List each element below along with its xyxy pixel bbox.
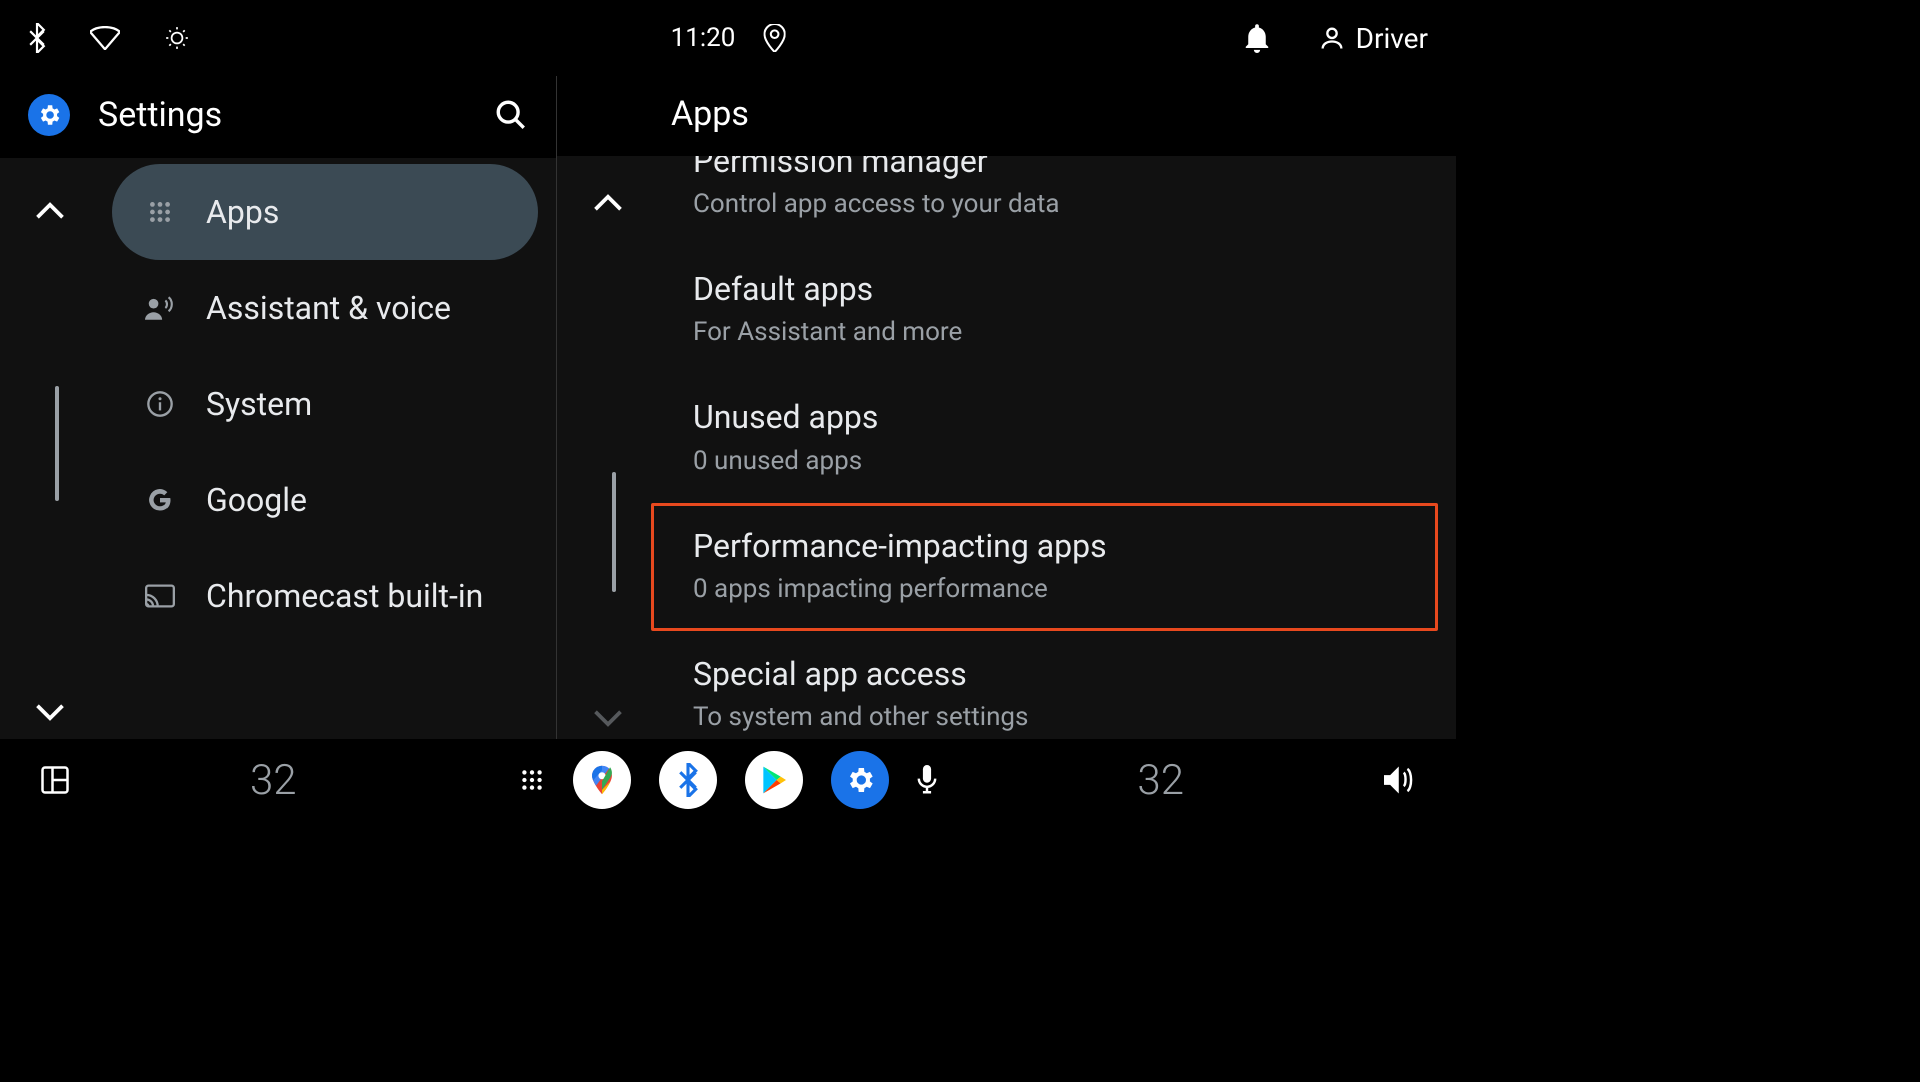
detail-item-unused-apps[interactable]: Unused apps 0 unused apps — [651, 374, 1438, 502]
wifi-icon — [90, 26, 120, 50]
right-pane: Apps Permission manager Control app acce… — [557, 76, 1456, 739]
detail-scroll-down[interactable] — [593, 709, 623, 727]
info-icon — [142, 390, 178, 418]
sidebar-item-apps[interactable]: Apps — [112, 164, 538, 260]
dock-right: 32 — [1137, 756, 1416, 805]
sidebar-scroll-col — [0, 158, 100, 739]
detail-item-sub: 0 apps impacting performance — [693, 570, 1396, 609]
dock-app-maps[interactable] — [573, 751, 631, 809]
sidebar-scrollbar[interactable] — [55, 386, 59, 501]
detail-item-permission-manager[interactable]: Permission manager Control app access to… — [651, 156, 1438, 246]
sidebar-item-label: Chromecast built-in — [206, 577, 483, 615]
search-icon — [494, 98, 528, 132]
dock-temp-left[interactable]: 32 — [250, 756, 297, 805]
assistant-voice-icon — [142, 295, 178, 321]
detail-item-sub: For Assistant and more — [693, 313, 1396, 352]
sidebar-list: Apps Assistant & voice System — [0, 158, 556, 739]
chevron-up-icon — [35, 202, 65, 220]
status-left — [28, 23, 190, 53]
mic-icon[interactable] — [917, 765, 937, 795]
app-launcher-icon[interactable] — [519, 767, 545, 793]
sidebar-item-label: Assistant & voice — [206, 289, 451, 327]
left-pane: Settings Apps — [0, 76, 557, 739]
detail-item-sub: To system and other settings — [693, 698, 1396, 737]
apps-grid-icon — [142, 199, 178, 225]
bluetooth-icon — [28, 23, 46, 53]
sidebar-item-chromecast[interactable]: Chromecast built-in — [112, 548, 538, 644]
play-store-icon — [758, 764, 790, 796]
settings-title: Settings — [98, 95, 494, 135]
bell-icon[interactable] — [1244, 23, 1270, 53]
detail-item-special-app-access[interactable]: Special app access To system and other s… — [651, 631, 1438, 739]
sidebar-item-google[interactable]: Google — [112, 452, 538, 548]
detail-items: Permission manager Control app access to… — [651, 156, 1438, 739]
detail-scroll-up[interactable] — [593, 194, 623, 212]
detail-scroll-col — [557, 156, 657, 739]
location-icon — [763, 24, 785, 52]
dock-temp-right[interactable]: 32 — [1137, 756, 1184, 805]
search-button[interactable] — [494, 98, 528, 132]
detail-title: Apps — [671, 94, 749, 134]
user-profile[interactable]: Driver — [1318, 22, 1428, 55]
chevron-down-icon — [35, 703, 65, 721]
sidebar-item-label: Apps — [206, 193, 279, 231]
dashboard-icon[interactable] — [40, 765, 70, 795]
detail-item-title: Unused apps — [693, 396, 1396, 439]
sidebar-item-label: System — [206, 385, 312, 423]
sidebar-scroll-down[interactable] — [35, 703, 65, 721]
detail-item-performance-impacting[interactable]: Performance-impacting apps 0 apps impact… — [651, 503, 1438, 631]
settings-header: Settings — [0, 76, 556, 158]
detail-item-title: Special app access — [693, 653, 1396, 696]
detail-item-title: Performance-impacting apps — [693, 525, 1396, 568]
sidebar-items: Apps Assistant & voice System — [112, 158, 538, 644]
bluetooth-icon — [677, 763, 699, 797]
volume-icon[interactable] — [1384, 766, 1416, 794]
detail-item-title: Permission manager — [693, 156, 1396, 183]
gear-icon — [844, 764, 876, 796]
dock-center — [519, 751, 937, 809]
settings-gear-icon — [28, 94, 70, 136]
sidebar-item-assistant[interactable]: Assistant & voice — [112, 260, 538, 356]
status-right: Driver — [1244, 22, 1428, 55]
cast-icon — [142, 583, 178, 609]
detail-item-title: Default apps — [693, 268, 1396, 311]
sidebar-scroll-up[interactable] — [35, 202, 65, 220]
detail-header: Apps — [557, 76, 1456, 156]
bottom-dock: 32 32 — [0, 739, 1456, 821]
chevron-down-icon — [593, 709, 623, 727]
detail-list: Permission manager Control app access to… — [557, 156, 1456, 739]
dock-left: 32 — [40, 756, 297, 805]
brightness-icon — [164, 25, 190, 51]
chevron-up-icon — [593, 194, 623, 212]
clock-time: 11:20 — [671, 23, 736, 53]
detail-item-sub: 0 unused apps — [693, 442, 1396, 481]
maps-icon — [585, 763, 619, 797]
main-content: Settings Apps — [0, 76, 1456, 739]
person-icon — [1318, 24, 1346, 52]
detail-item-sub: Control app access to your data — [693, 185, 1396, 224]
sidebar-item-label: Google — [206, 481, 307, 519]
dock-app-play-store[interactable] — [745, 751, 803, 809]
status-bar: 11:20 Driver — [0, 0, 1456, 76]
sidebar-item-system[interactable]: System — [112, 356, 538, 452]
detail-item-default-apps[interactable]: Default apps For Assistant and more — [651, 246, 1438, 374]
google-g-icon — [142, 486, 178, 514]
status-center: 11:20 — [671, 23, 786, 53]
detail-scrollbar[interactable] — [612, 472, 616, 592]
dock-app-settings[interactable] — [831, 751, 889, 809]
user-label: Driver — [1356, 22, 1428, 55]
dock-app-bluetooth[interactable] — [659, 751, 717, 809]
